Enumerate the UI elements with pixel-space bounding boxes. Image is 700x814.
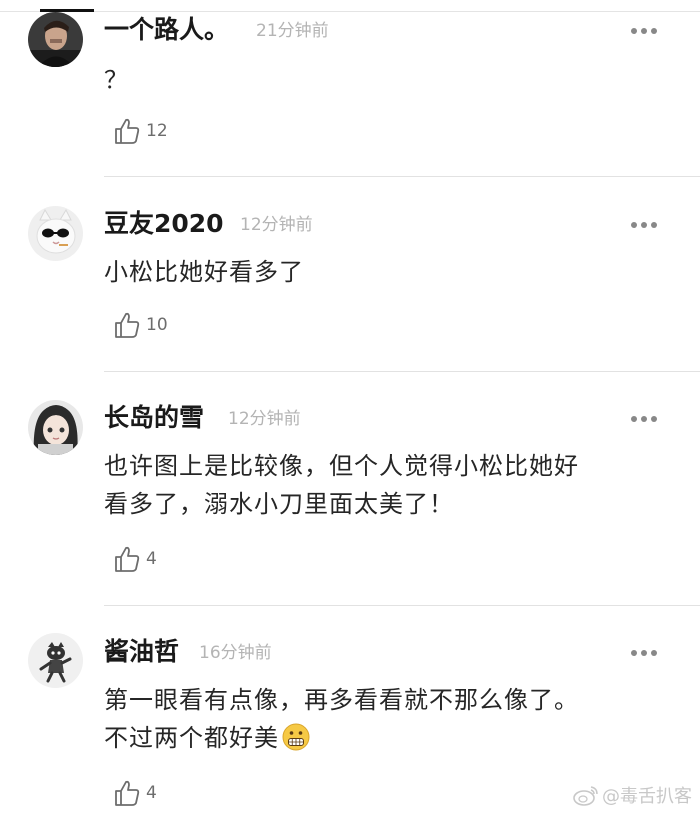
user-avatar[interactable] bbox=[28, 206, 83, 261]
username[interactable]: 豆友2020 bbox=[104, 209, 224, 239]
weibo-logo-icon bbox=[573, 786, 598, 806]
comment-divider bbox=[104, 176, 700, 177]
timestamp: 16分钟前 bbox=[199, 643, 272, 663]
top-divider bbox=[0, 11, 700, 12]
timestamp: 12分钟前 bbox=[228, 409, 301, 429]
user-avatar[interactable] bbox=[28, 12, 83, 67]
username[interactable]: 一个路人。 bbox=[104, 15, 229, 45]
top-indicator bbox=[40, 9, 94, 12]
more-dots-icon bbox=[631, 650, 657, 656]
timestamp: 21分钟前 bbox=[256, 21, 329, 41]
more-options-button[interactable] bbox=[630, 26, 658, 36]
user-avatar[interactable] bbox=[28, 633, 83, 688]
comment-text: 第一眼看有点像，再多看看就不那么像了。 不过两个都好美 bbox=[104, 681, 664, 757]
like-count: 4 bbox=[146, 783, 157, 803]
white-cat-sunglasses-avatar bbox=[28, 206, 83, 261]
timestamp: 12分钟前 bbox=[240, 215, 313, 235]
like-button[interactable]: 10 bbox=[112, 310, 168, 340]
username[interactable]: 酱油哲 bbox=[104, 637, 179, 667]
like-count: 10 bbox=[146, 315, 168, 335]
comment-text-line: ？ bbox=[104, 66, 129, 94]
thumbs-up-icon bbox=[115, 118, 140, 144]
like-count: 4 bbox=[146, 549, 157, 569]
more-dots-icon bbox=[631, 222, 657, 228]
username[interactable]: 长岛的雪 bbox=[104, 403, 204, 433]
comment-text: 小松比她好看多了 bbox=[104, 253, 664, 291]
more-options-button[interactable] bbox=[630, 220, 658, 230]
thumbs-up-icon bbox=[115, 780, 140, 806]
watermark: @毒舌扒客 bbox=[573, 783, 692, 807]
like-button[interactable]: 4 bbox=[112, 778, 157, 808]
thumbs-up-icon bbox=[115, 312, 140, 338]
thumbs-up-icon bbox=[115, 546, 140, 572]
comment-text-line-with-emoji: 不过两个都好美 bbox=[104, 719, 664, 757]
comment-text: ？ bbox=[104, 61, 664, 99]
comment-text-line: 也许图上是比较像，但个人觉得小松比她好 bbox=[104, 452, 579, 480]
cartoon-cat-avatar bbox=[28, 633, 83, 688]
like-button[interactable]: 12 bbox=[112, 116, 168, 146]
anime-girl-avatar bbox=[28, 400, 83, 455]
comment-text-line: 不过两个都好美 bbox=[104, 724, 279, 752]
user-avatar[interactable] bbox=[28, 400, 83, 455]
like-button[interactable]: 4 bbox=[112, 544, 157, 574]
more-dots-icon bbox=[631, 416, 657, 422]
comment-text-line: 第一眼看有点像，再多看看就不那么像了。 bbox=[104, 686, 579, 714]
person-portrait-avatar bbox=[28, 12, 83, 67]
grimacing-face-emoji bbox=[282, 723, 310, 751]
comment-divider bbox=[104, 371, 700, 372]
comment-text-line: 小松比她好看多了 bbox=[104, 258, 304, 286]
more-dots-icon bbox=[631, 28, 657, 34]
more-options-button[interactable] bbox=[630, 648, 658, 658]
comment-text: 也许图上是比较像，但个人觉得小松比她好 看多了，溺水小刀里面太美了！ bbox=[104, 447, 664, 523]
like-count: 12 bbox=[146, 121, 168, 141]
more-options-button[interactable] bbox=[630, 414, 658, 424]
watermark-text: @毒舌扒客 bbox=[602, 786, 692, 807]
comment-divider bbox=[104, 605, 700, 606]
comment-text-line: 看多了，溺水小刀里面太美了！ bbox=[104, 490, 454, 518]
